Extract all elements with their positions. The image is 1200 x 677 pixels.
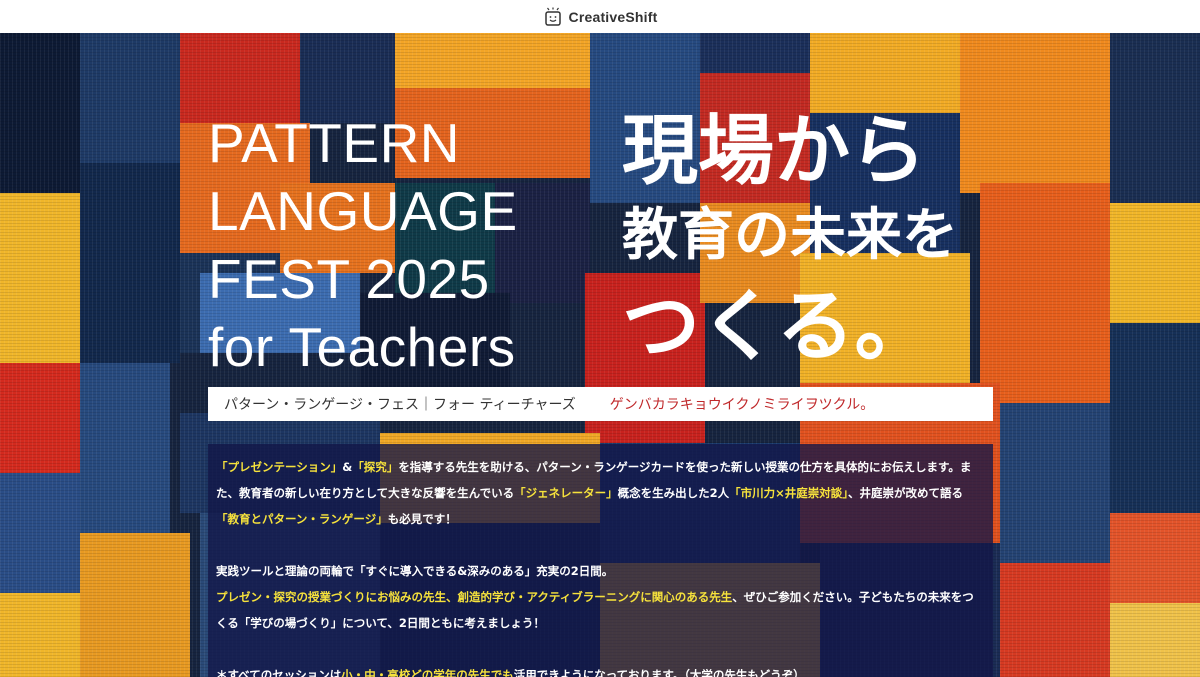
body-text: 活用できようになっております。（大学の先生もどうぞ） (513, 668, 805, 677)
body-text: ＊すべてのセッションは (216, 668, 342, 677)
page: CreativeShift PATTERN LANGUAGE FEST 2025… (0, 0, 1200, 677)
title-en-line: PATTERN (208, 112, 461, 174)
tagline-line: 教育の未来を (622, 203, 958, 268)
reading-bar: パターン・ランゲージ・フェス｜フォー ティーチャーズ ゲンバカラキョウイクノミラ… (208, 387, 993, 421)
description-paragraph: 実践ツールと理論の両輪で「すぐに導入できる&深みのある」充実の2日間。プレゼン・… (216, 558, 985, 636)
highlight-text: 「教育とパターン・ランゲージ」 (216, 512, 388, 526)
tagline-line: 現場から (622, 106, 926, 195)
body-text: 、井庭崇が改めて語る (847, 486, 963, 500)
title-reading: パターン・ランゲージ・フェス｜フォー ティーチャーズ (224, 397, 576, 413)
highlight-text: 「ジェネレーター」 (514, 486, 618, 500)
smiley-tv-icon (544, 7, 561, 26)
hero-section: PATTERN LANGUAGE FEST 2025 for Teachers … (0, 33, 1200, 677)
description-paragraph: 「プレゼンテーション」&「探究」を指導する先生を助ける、パターン・ランゲージカー… (216, 454, 985, 532)
tagline-jp: 現場から 教育の未来を つくる。 (622, 105, 1022, 375)
brand-logo-link[interactable]: CreativeShift (543, 7, 658, 27)
title-en-line: LANGUAGE (208, 180, 518, 242)
event-title-en: PATTERN LANGUAGE FEST 2025 for Teachers (208, 109, 608, 381)
brand-name: CreativeShift (568, 8, 658, 25)
tagline-line: つくる。 (622, 282, 933, 372)
body-text: 実践ツールと理論の両輪で「すぐに導入できる&深みのある」充実の2日間。 (216, 564, 614, 578)
tagline-reading: ゲンバカラキョウイクノミライヲツクル。 (609, 397, 875, 413)
body-text: も必見です！ (387, 512, 457, 526)
highlight-text: プレゼン・探究の授業づくりにお悩みの先生、創造的学び・アクティブラーニングに関心… (216, 590, 733, 604)
title-en-line: FEST 2025 (208, 248, 490, 310)
highlight-text: 小・中・高校どの学年の先生でも (341, 668, 514, 677)
highlight-text: 「市川力×井庭崇対談」 (729, 486, 848, 500)
body-text: 概念を生み出した2人 (617, 486, 730, 500)
body-text: & (342, 460, 353, 474)
title-en-line: for Teachers (208, 316, 516, 378)
description-panel: 「プレゼンテーション」&「探究」を指導する先生を助ける、パターン・ランゲージカー… (208, 444, 993, 677)
description-paragraph: ＊すべてのセッションは小・中・高校どの学年の先生でも活用できようになっております… (216, 662, 985, 677)
highlight-text: 「プレゼンテーション」 (216, 460, 343, 474)
site-header: CreativeShift (0, 0, 1200, 33)
highlight-text: 「探究」 (352, 460, 399, 474)
